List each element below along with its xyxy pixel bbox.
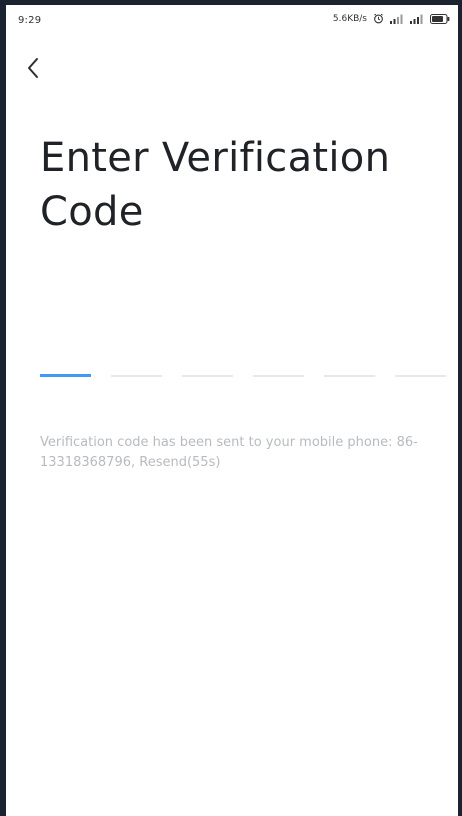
status-bar: 9:29 5.6KB/s bbox=[6, 5, 458, 35]
code-digit-1[interactable] bbox=[40, 355, 91, 377]
device-frame: 9:29 5.6KB/s Enter Verification Code Ver… bbox=[0, 0, 462, 816]
chevron-left-icon bbox=[26, 57, 40, 83]
resend-link[interactable]: Resend(55s) bbox=[139, 455, 220, 470]
hint-text: Verification code has been sent to your … bbox=[40, 435, 418, 470]
code-digit-underline-active bbox=[40, 374, 91, 377]
signal-icon bbox=[390, 14, 404, 24]
code-digit-underline bbox=[395, 375, 446, 377]
page-title: Enter Verification Code bbox=[40, 131, 430, 239]
code-digit-underline bbox=[324, 375, 375, 377]
status-right: 5.6KB/s bbox=[333, 13, 450, 24]
network-speed: 5.6KB/s bbox=[332, 13, 367, 24]
code-digit-2[interactable] bbox=[111, 355, 162, 377]
verification-hint: Verification code has been sent to your … bbox=[40, 433, 440, 473]
alarm-icon bbox=[373, 13, 384, 24]
page-title-line-2: Code bbox=[40, 189, 144, 235]
code-digit-3[interactable] bbox=[182, 355, 233, 377]
code-digit-6[interactable] bbox=[395, 355, 446, 377]
signal-icon bbox=[410, 14, 424, 24]
page-title-line-1: Enter Verification bbox=[40, 135, 391, 181]
verification-code-input[interactable] bbox=[40, 355, 448, 377]
app-screen: 9:29 5.6KB/s Enter Verification Code Ver… bbox=[6, 5, 458, 816]
battery-icon bbox=[430, 13, 450, 24]
back-button[interactable] bbox=[26, 55, 56, 85]
code-digit-5[interactable] bbox=[324, 355, 375, 377]
code-digit-underline bbox=[253, 375, 304, 377]
code-digit-underline bbox=[182, 375, 233, 377]
code-digit-underline bbox=[111, 375, 162, 377]
code-digit-4[interactable] bbox=[253, 355, 304, 377]
status-time: 9:29 bbox=[18, 15, 42, 26]
